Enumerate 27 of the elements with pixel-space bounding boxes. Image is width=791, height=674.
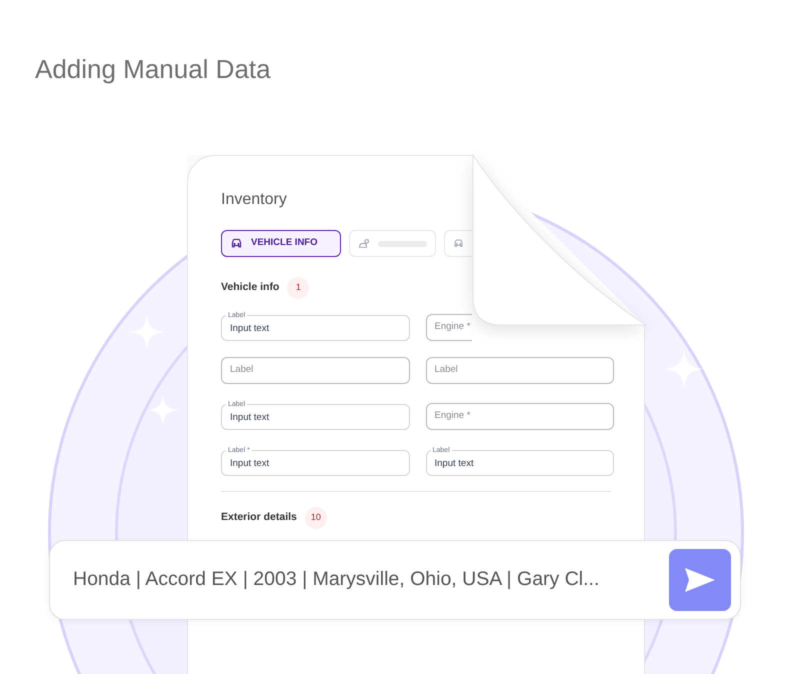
field-placeholder: Label [230,363,254,378]
field-placeholder: Label [434,363,458,378]
page-title: Adding Manual Data [35,53,271,86]
car-tag-icon [358,237,370,250]
sparkle-icon [148,395,178,425]
field-value: Input text [230,323,270,335]
field-value: Input text [230,458,270,470]
field-placeholder: Engine * [434,320,470,334]
tab[interactable]: VEHICLE INFO [221,230,341,257]
field-value: Input text [230,412,270,424]
input-field[interactable]: Engine * [426,403,614,430]
prompt-input[interactable]: Honda | Accord EX | 2003 | Marysville, Ohio, USA | Gary Cl... [73,565,669,595]
sparkle-icon [130,315,164,349]
count-badge: 10 [304,507,327,529]
field-value: Input text [434,458,475,470]
count-badge: 1 [287,277,310,299]
car-icon [230,237,243,250]
card-title: Inventory [221,190,288,210]
section-heading: Vehicle info [221,280,280,296]
sparkle-icon [665,350,703,388]
tab[interactable] [444,230,472,257]
send-icon [684,567,716,593]
input-field[interactable]: Engine * [426,314,472,341]
send-button[interactable] [669,549,731,611]
section-heading: Exterior details [221,510,297,526]
tab[interactable] [349,230,436,257]
field-placeholder: Engine * [434,409,470,424]
